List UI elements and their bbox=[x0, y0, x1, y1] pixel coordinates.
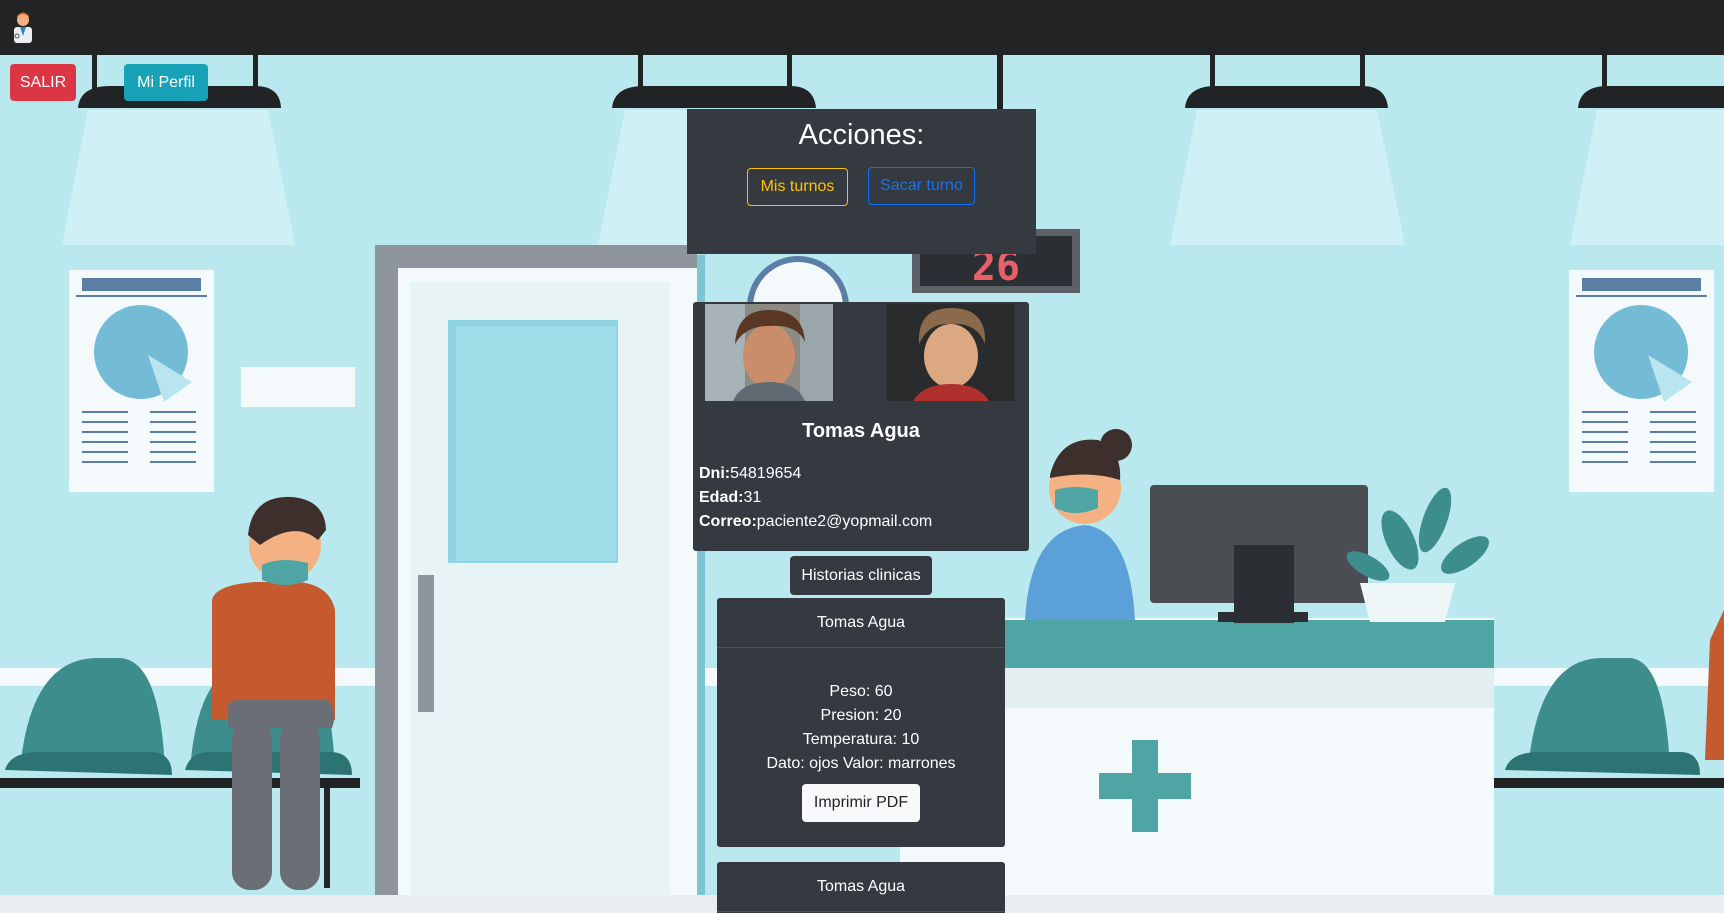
record-temperature: Temperatura: 10 bbox=[802, 731, 920, 748]
dni-value: 54819654 bbox=[730, 465, 802, 482]
medical-records-button[interactable]: Historias clinicas bbox=[790, 556, 932, 595]
record-extra-data: Dato: ojos Valor: marrones bbox=[766, 755, 956, 772]
record-weight: Peso: 60 bbox=[829, 683, 893, 700]
patient-name: Tomas Agua bbox=[802, 420, 920, 442]
actions-panel: Acciones: Mis turnos Sacar turno bbox=[687, 109, 1036, 254]
record-details: Peso: 60 Presion: 20 Temperatura: 10 Dat… bbox=[717, 680, 1005, 776]
logout-button[interactable]: SALIR bbox=[10, 64, 76, 101]
medical-record-card: Tomas Agua bbox=[717, 862, 1005, 913]
actions-title: Acciones: bbox=[798, 119, 925, 151]
record-pressure: Presion: 20 bbox=[820, 707, 902, 724]
age-label: Edad: bbox=[699, 489, 744, 506]
patient-details: Dni:54819654 Edad:31 Correo:paciente2@yo… bbox=[699, 462, 932, 534]
book-appointment-button[interactable]: Sacar turno bbox=[868, 167, 975, 205]
my-appointments-button[interactable]: Mis turnos bbox=[747, 168, 848, 206]
patient-photo bbox=[705, 304, 833, 401]
my-profile-button[interactable]: Mi Perfil bbox=[124, 64, 208, 101]
record-patient-name: Tomas Agua bbox=[717, 862, 1005, 912]
patient-photo bbox=[887, 304, 1015, 401]
email-label: Correo: bbox=[699, 513, 757, 530]
dni-label: Dni: bbox=[699, 465, 731, 482]
doctor-avatar-icon[interactable] bbox=[6, 10, 40, 46]
email-value: paciente2@yopmail.com bbox=[756, 513, 933, 530]
record-patient-name: Tomas Agua bbox=[717, 598, 1005, 648]
top-navbar bbox=[0, 0, 1724, 55]
patient-profile-card: Tomas Agua Dni:54819654 Edad:31 Correo:p… bbox=[693, 302, 1029, 551]
age-value: 31 bbox=[743, 489, 762, 506]
print-pdf-button[interactable]: Imprimir PDF bbox=[802, 784, 920, 822]
medical-record-card: Tomas Agua Peso: 60 Presion: 20 Temperat… bbox=[717, 598, 1005, 847]
